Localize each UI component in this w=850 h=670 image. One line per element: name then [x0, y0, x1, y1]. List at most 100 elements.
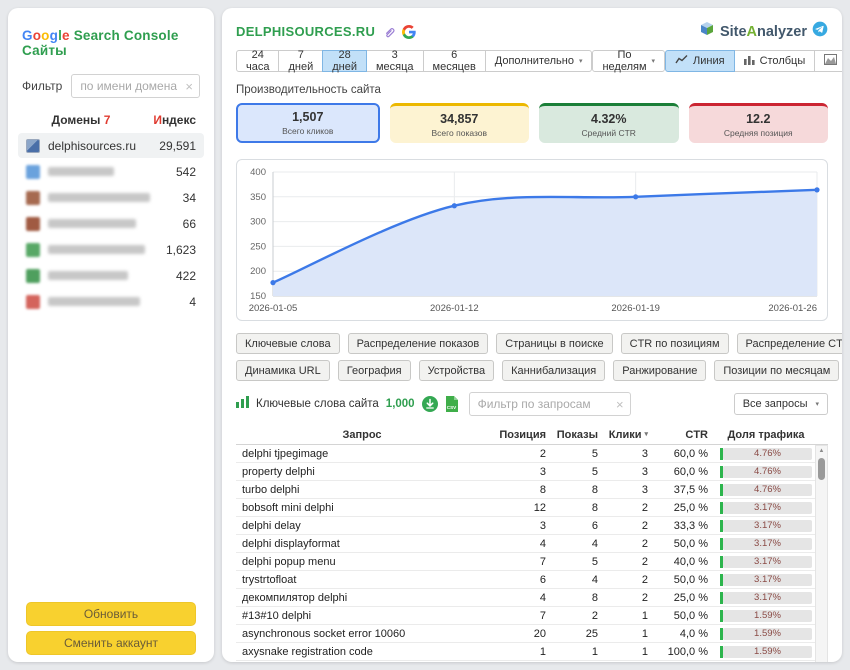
impressions-cell: 5: [546, 466, 598, 478]
telegram-icon[interactable]: [812, 21, 828, 42]
siteanalyzer-wordmark: SiteAnalyzer: [720, 24, 807, 40]
google-icon[interactable]: [402, 25, 416, 39]
table-row[interactable]: #13#10 delphi72150,0 %1.59%: [236, 607, 828, 625]
chart-type-button-area[interactable]: Область: [814, 50, 842, 72]
domain-row[interactable]: 1,623: [18, 237, 204, 262]
domain-row[interactable]: 4: [18, 289, 204, 314]
domain-row[interactable]: delphisources.ru29,591: [18, 133, 204, 158]
column-header[interactable]: Доля трафика: [708, 429, 812, 441]
position-cell: 12: [488, 502, 546, 514]
table-row[interactable]: asynchronous socket error 10060202514,0 …: [236, 625, 828, 643]
stat-card[interactable]: 12.2Средняя позиция: [689, 103, 829, 143]
chart-type-button-bar[interactable]: Столбцы: [734, 50, 816, 72]
keywords-count: 1,000: [386, 398, 415, 410]
query-cell: trystrtofloat: [236, 574, 488, 586]
chevron-down-icon: ▾: [579, 58, 583, 65]
scroll-up-icon[interactable]: ▲: [819, 446, 825, 456]
column-header[interactable]: Клики▾: [598, 429, 648, 441]
domain-row[interactable]: 422: [18, 263, 204, 288]
query-filter-field[interactable]: ×: [469, 392, 631, 416]
table-scrollbar[interactable]: ▲ ▼: [815, 445, 828, 662]
more-periods-dropdown[interactable]: Дополнительно▾: [485, 50, 593, 72]
clear-icon[interactable]: ×: [616, 398, 624, 411]
siteanalyzer-cube-icon: [699, 21, 715, 42]
stat-card[interactable]: 4.32%Средний CTR: [539, 103, 679, 143]
all-queries-dropdown[interactable]: Все запросы ▾: [734, 393, 828, 415]
stat-card[interactable]: 1,507Всего кликов: [236, 103, 380, 143]
refresh-button[interactable]: Обновить: [26, 602, 196, 626]
performance-chart[interactable]: 1502002503003504002026-01-052026-01-1220…: [236, 159, 828, 321]
domain-filter-field[interactable]: ×: [71, 74, 200, 98]
ctr-cell: 25,0 %: [648, 592, 708, 604]
domain-row[interactable]: 542: [18, 159, 204, 184]
table-row[interactable]: axysnake registration code111100,0 %1.59…: [236, 643, 828, 661]
clicks-cell: 2: [598, 520, 648, 532]
query-filter-input[interactable]: [476, 396, 616, 412]
report-tab[interactable]: CTR по позициям: [621, 333, 729, 354]
traffic-share-value: 3.17%: [723, 574, 812, 586]
impressions-cell: 8: [546, 484, 598, 496]
query-cell: asynchronous socket error 10060: [236, 628, 488, 640]
report-tab[interactable]: Каннибализация: [502, 360, 605, 381]
site-favicon: [26, 269, 40, 283]
svg-text:350: 350: [250, 192, 266, 203]
column-header[interactable]: Позиция: [488, 429, 546, 441]
report-tab[interactable]: Распределение показов: [348, 333, 489, 354]
report-tab[interactable]: Ключевые слова: [236, 333, 340, 354]
column-header[interactable]: CTR: [648, 429, 708, 441]
svg-text:CSV: CSV: [446, 405, 456, 410]
switch-account-button[interactable]: Сменить аккаунт: [26, 631, 196, 655]
download-icon[interactable]: [422, 396, 438, 412]
table-row[interactable]: delphi delay36233,3 %3.17%: [236, 517, 828, 535]
table-row[interactable]: property delphi35360,0 %4.76%: [236, 463, 828, 481]
position-cell: 7: [488, 610, 546, 622]
period-button[interactable]: 6 месяцев: [423, 50, 486, 72]
scrollbar-thumb[interactable]: [818, 458, 825, 480]
report-tab[interactable]: География: [338, 360, 411, 381]
svg-text:400: 400: [250, 167, 266, 178]
table-row[interactable]: delphi displayformat44250,0 %3.17%: [236, 535, 828, 553]
traffic-share-cell: 4.76%: [708, 466, 812, 478]
period-button[interactable]: 28 дней: [322, 50, 367, 72]
site-favicon: [26, 295, 40, 309]
domain-index-count: 542: [176, 165, 196, 179]
traffic-share-cell: 4.76%: [708, 448, 812, 460]
column-header-label: Клики: [609, 429, 642, 441]
report-tab[interactable]: Устройства: [419, 360, 495, 381]
export-csv-icon[interactable]: CSV: [445, 396, 458, 412]
stat-value: 4.32%: [591, 112, 626, 126]
report-tab[interactable]: Распределение CTR: [737, 333, 842, 354]
table-row[interactable]: декомпилятор delphi48225,0 %3.17%: [236, 589, 828, 607]
table-row[interactable]: bobsoft mini delphi128225,0 %3.17%: [236, 499, 828, 517]
clicks-cell: 2: [598, 556, 648, 568]
report-tab[interactable]: Позиции по месяцам: [714, 360, 839, 381]
report-tab[interactable]: Ранжирование: [613, 360, 706, 381]
stat-card[interactable]: 34,857Всего показов: [390, 103, 530, 143]
table-row[interactable]: turbo delphi88337,5 %4.76%: [236, 481, 828, 499]
period-button[interactable]: 3 месяца: [366, 50, 424, 72]
table-row[interactable]: delphi popup menu75240,0 %3.17%: [236, 553, 828, 571]
domain-row[interactable]: 66: [18, 211, 204, 236]
period-button[interactable]: 24 часа: [236, 50, 279, 72]
period-button[interactable]: 7 дней: [278, 50, 323, 72]
traffic-share-cell: 3.17%: [708, 592, 812, 604]
domain-index-count: 4: [189, 295, 196, 309]
table-row[interactable]: delphi tjpegimage25360,0 %4.76%: [236, 445, 828, 463]
link-icon[interactable]: [382, 25, 395, 38]
traffic-share-cell: 1.59%: [708, 628, 812, 640]
table-row[interactable]: bintohex811100,0 %1.59%: [236, 661, 828, 662]
table-row[interactable]: trystrtofloat64250,0 %3.17%: [236, 571, 828, 589]
column-header[interactable]: Показы: [546, 429, 598, 441]
report-tab[interactable]: Страницы в поиске: [496, 333, 612, 354]
domain-row[interactable]: 34: [18, 185, 204, 210]
traffic-share-cell: 3.17%: [708, 556, 812, 568]
svg-text:150: 150: [250, 291, 266, 302]
column-header[interactable]: Запрос: [236, 429, 488, 441]
group-by-dropdown[interactable]: По неделям ▾: [592, 50, 665, 72]
clear-icon[interactable]: ×: [185, 80, 193, 93]
svg-text:2026-01-05: 2026-01-05: [249, 303, 298, 314]
chart-type-button-line[interactable]: Линия: [665, 50, 735, 72]
ctr-cell: 40,0 %: [648, 556, 708, 568]
domain-filter-input[interactable]: [78, 78, 185, 94]
report-tab[interactable]: Динамика URL: [236, 360, 330, 381]
